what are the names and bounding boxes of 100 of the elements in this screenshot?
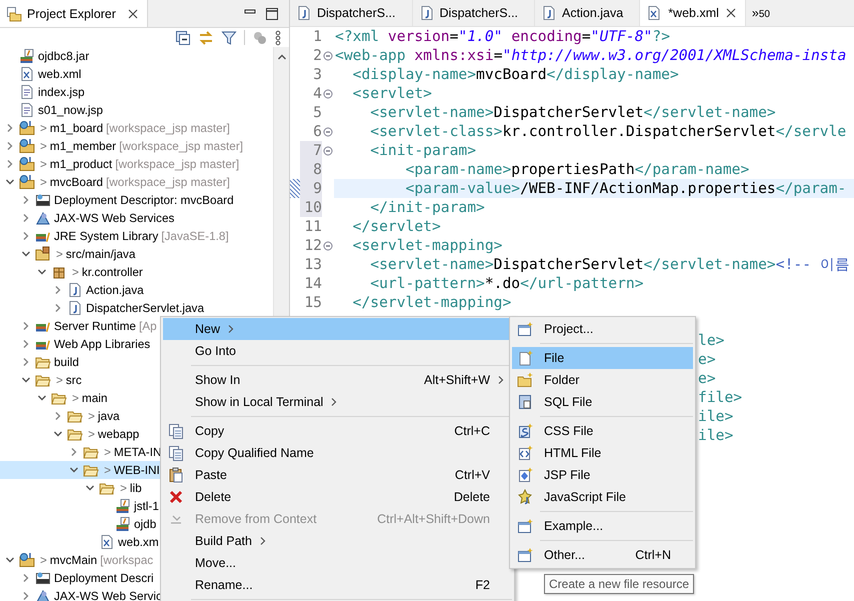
tree-label: JAX-WS Web Services [54,211,174,225]
code-line: <init-param> [369,141,478,160]
menu-label: New [194,322,220,336]
code-line: <servlet-name>DispatcherServlet</servlet-name> [369,103,777,122]
shortcut-label: F2 [474,578,490,592]
code-line: <web-app xmlns:xsi="http://www.w3.org/2001/XMLSchema-insta [334,46,848,65]
tree-label: Action.java [86,283,144,297]
git-decoration: [workspace_jsp master] [106,175,230,189]
shortcut-label: Ctrl+C [453,424,490,438]
tree-label: web.xml [38,67,82,81]
git-decoration: [Ap [138,319,157,333]
explorer-title: Project Explorer [27,6,116,20]
line-number: 3 [312,65,322,84]
line-number: 4 [312,84,322,103]
tree-label: META-IN [114,445,162,459]
tree-label: Deployment Descri [54,571,154,585]
menu-label: Go Into [194,344,236,358]
code-line: <servlet-class>kr.controller.DispatcherServlet</servle [369,122,848,141]
tree-label: build [54,355,79,369]
shortcut-label: Delete [452,490,490,504]
shortcut-label: Ctrl+N [634,548,671,562]
menu-label: Example... [543,519,604,533]
menu-label: JavaScript File [543,490,626,504]
tree-label: JRE System Library [54,229,158,243]
git-change-marker: > [72,265,79,279]
shortcut-label: Alt+Shift+W [423,373,490,387]
git-change-marker: > [88,409,95,423]
code-line: </servlet-mapping> [352,293,512,312]
code-line: <param-name>propertiesPath</param-name> [404,160,750,179]
tree-label: mvcMain [50,553,98,567]
tree-label: mvcBoard [50,175,103,189]
tree-label: lib [130,481,142,495]
tree-label: ojdb [134,517,156,531]
code-fragment: le> [698,332,724,349]
code-line: <servlet-name>DispatcherServlet</servlet-name><!-- 이름 [369,255,851,274]
menu-label: Project... [543,322,594,336]
menu-label: JSP File [543,468,590,482]
git-decoration: [workspace_jsp master] [106,121,230,135]
git-decoration: [workspace_jsp master] [115,157,240,171]
git-change-marker: > [104,463,111,477]
line-number: 6 [312,122,322,141]
git-decoration: [JavaSE-1.8] [161,229,229,243]
line-number: 14 [303,274,322,293]
git-change-marker: > [56,373,63,387]
git-change-marker: > [40,121,47,135]
git-change-marker: > [72,391,79,405]
line-number: 10 [300,198,322,217]
shortcut-label: Ctrl+Alt+Shift+Down [376,512,490,526]
code-line: <?xml version="1.0" encoding="UTF-8"?> [334,27,672,46]
tree-label: Web App Libraries [54,337,150,351]
tree-label: src/main/java [66,247,136,261]
menu-label: Folder [543,373,580,387]
code-line: <servlet> [352,84,433,103]
git-change-marker: > [40,139,47,153]
menu-label: Build Path [194,534,252,548]
tree-label: Server Runtime [54,319,136,333]
tree-label: m1_board [50,121,104,135]
menu-label: Paste [194,468,227,482]
git-decoration: [workspace_jsp master] [119,139,244,153]
line-number: 15 [303,293,322,312]
code-fragment: ile> [698,427,734,444]
menu-label: Remove from Context [194,512,317,526]
tree-label: webapp [98,427,140,441]
menu-label: SQL File [543,395,592,409]
tree-label: web.xm [118,535,159,549]
git-decoration: [workspac [100,553,154,567]
line-number: 11 [303,217,322,236]
menu-label: Show in Local Terminal [194,395,324,409]
git-change-marker: > [40,175,47,189]
menu-label: Copy Qualified Name [194,446,314,460]
git-change-marker: > [88,427,95,441]
git-change-marker: > [104,445,111,459]
tree-label: JAX-WS Web Servic [54,589,162,601]
tree-label: index.jsp [38,85,85,99]
menu-label: CSS File [543,424,594,438]
tree-label: main [82,391,108,405]
tooltip: Create a new file resource [544,574,694,594]
git-change-marker: > [40,157,47,171]
tree-label: ojdbc8.jar [38,49,90,63]
code-line: <url-pattern>*.do</url-pattern> [369,274,645,293]
code-line: </servlet> [352,217,442,236]
tree-label: Deployment Descriptor: mvcBoard [54,193,234,207]
line-number: 12 [303,236,322,255]
code-fragment: e> [698,351,716,368]
tree-label: DispatcherServlet.java [86,301,204,315]
menu-label: Delete [194,490,232,504]
code-fragment: file> [698,389,742,406]
tree-label: m1_member [50,139,116,153]
tree-label: WEB-INI [114,463,160,477]
menu-label: HTML File [543,446,602,460]
git-change-marker: > [120,481,127,495]
tree-label: m1_product [50,157,112,171]
git-change-marker: > [56,247,63,261]
line-number: 8 [300,160,322,179]
tree-label: java [98,409,120,423]
menu-label: Rename... [194,578,253,592]
menu-label: Move... [194,556,236,570]
menu-label: Other... [543,548,585,562]
tree-label: src [66,373,82,387]
tree-label: s01_now.jsp [38,103,103,117]
